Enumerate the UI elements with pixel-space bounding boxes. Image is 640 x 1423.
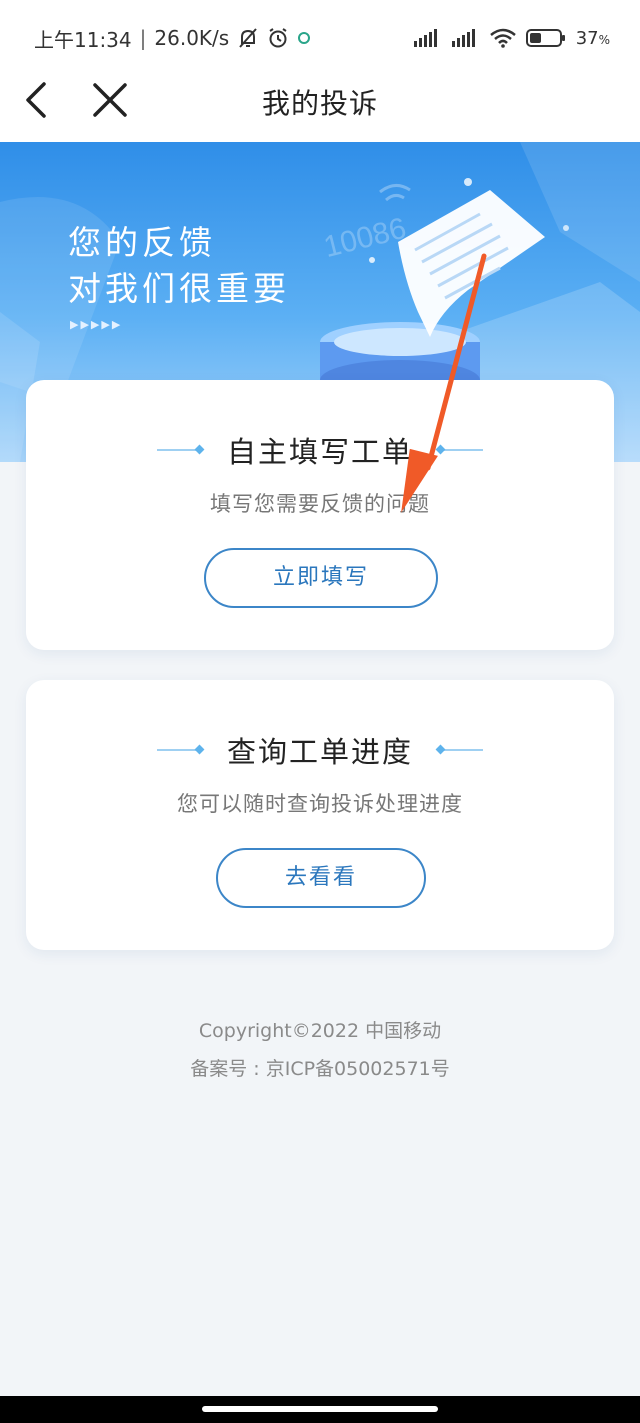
signal-icon (451, 29, 480, 47)
card-title-row: 查询工单进度 (26, 732, 614, 769)
card-title: 查询工单进度 (226, 735, 413, 769)
page-title: 我的投诉 (261, 87, 378, 120)
mute-bell-icon (237, 27, 259, 49)
footer-icp: 备案号 : 京ICP备05002571号 (190, 1058, 450, 1080)
banner-headline-1: 您的反馈 (68, 223, 216, 262)
title-decoration-left (156, 445, 205, 455)
signal-icon (413, 29, 442, 47)
fill-ticket-card: 自主填写工单 填写您需要反馈的问题 立即填写 (26, 380, 614, 650)
nav-bar: 我的投诉 (0, 60, 640, 142)
footer-copyright: Copyright©2022 中国移动 (198, 1020, 442, 1042)
status-right: 37% (413, 24, 610, 52)
banner-headline-2: 对我们很重要 (68, 269, 290, 308)
query-progress-card: 查询工单进度 您可以随时查询投诉处理进度 去看看 (26, 680, 614, 950)
card-title-row: 自主填写工单 (26, 432, 614, 469)
battery-level: 37% (575, 27, 610, 49)
card-title: 自主填写工单 (226, 435, 413, 469)
wifi-icon (489, 28, 516, 48)
banner-watermark: 10086 (321, 212, 410, 264)
go-check-button[interactable]: 去看看 (216, 848, 426, 908)
fill-now-button[interactable]: 立即填写 (204, 548, 438, 608)
title-decoration-right (435, 445, 483, 455)
status-time: 上午11:34 (34, 27, 132, 52)
home-indicator[interactable] (202, 1406, 438, 1412)
battery-icon (525, 28, 566, 48)
network-speed: 26.0K/s (154, 26, 230, 50)
app-notification-icon (297, 31, 311, 45)
card-subtitle: 填写您需要反馈的问题 (210, 492, 430, 516)
card-subtitle: 您可以随时查询投诉处理进度 (177, 792, 463, 816)
title-decoration-right (435, 745, 483, 755)
status-left: 上午11:34 | 26.0K/s (34, 24, 311, 52)
title-decoration-left (156, 745, 205, 755)
banner-arrows-decoration: ▶▶▶▶▶ (70, 318, 123, 331)
status-separator: | (139, 26, 147, 50)
alarm-icon (267, 27, 289, 49)
